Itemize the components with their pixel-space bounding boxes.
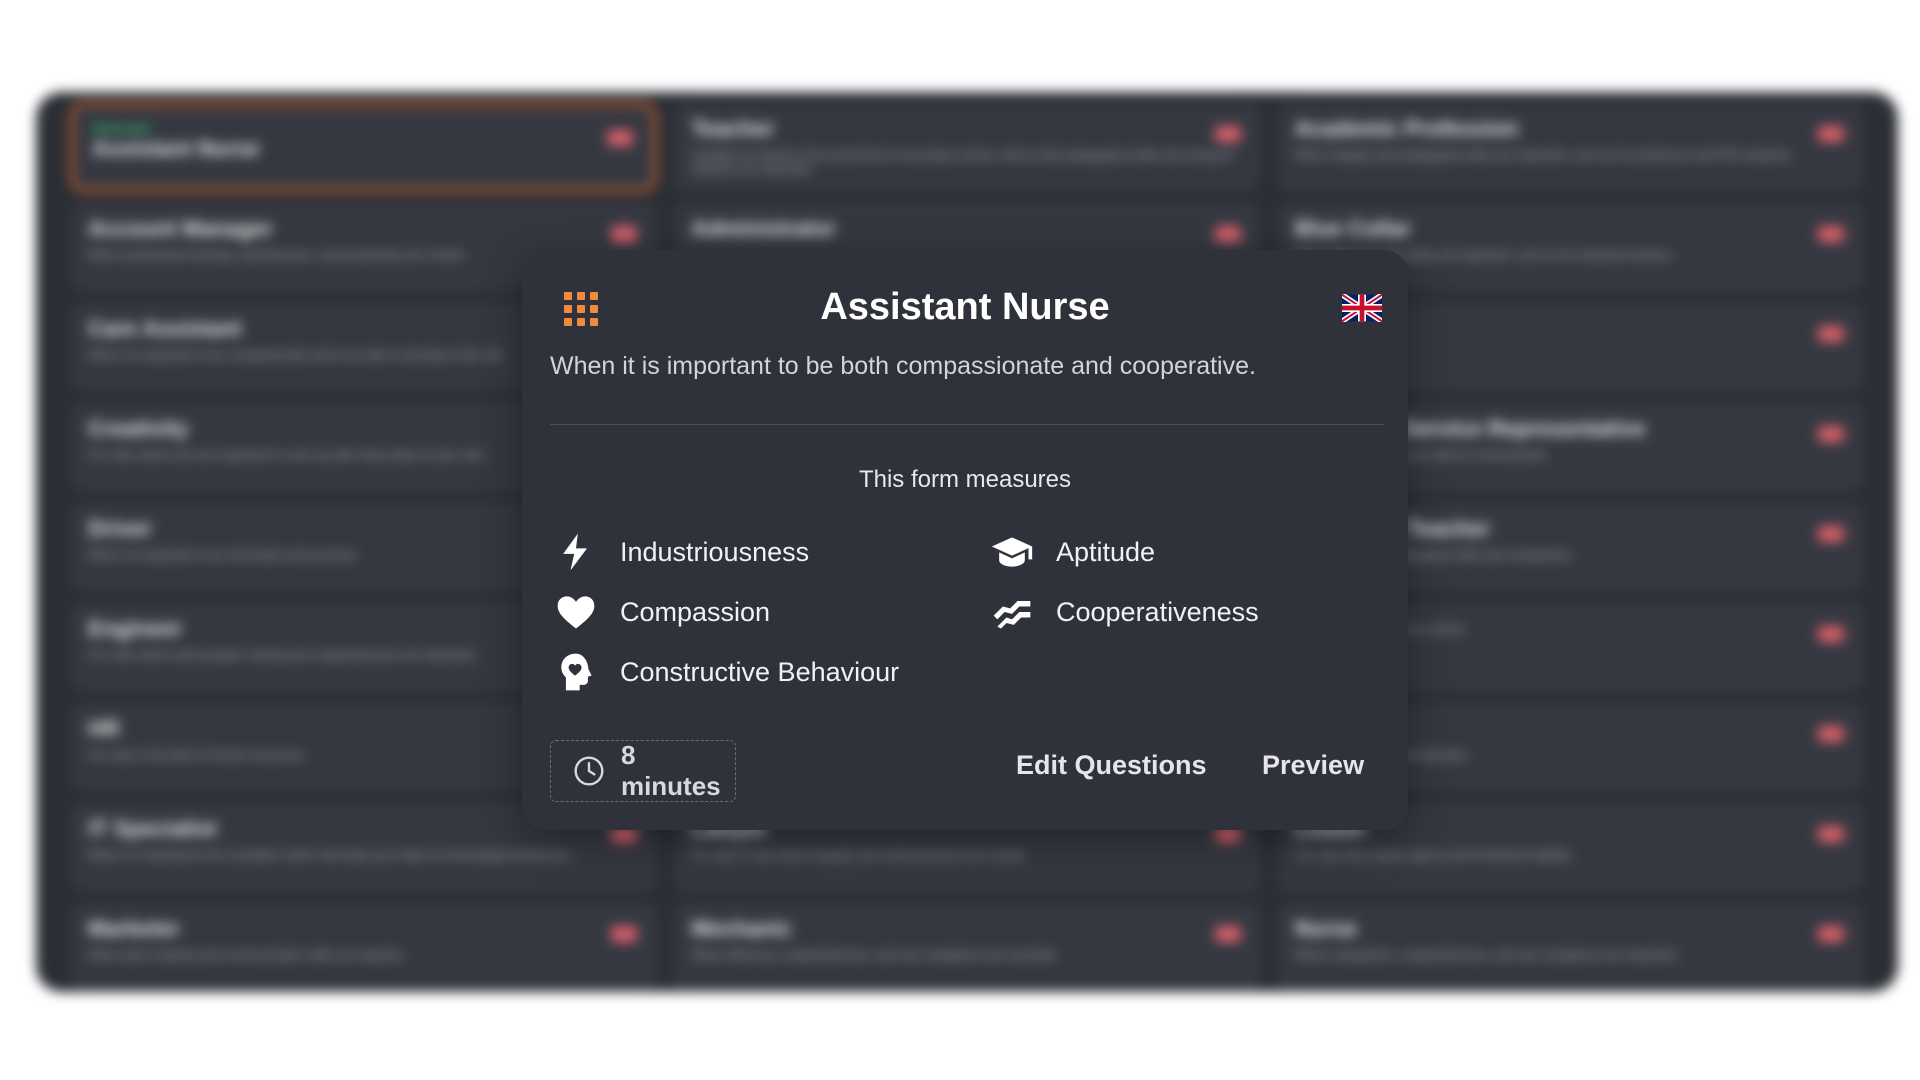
- measure-cooperativeness: Cooperativeness: [990, 590, 1259, 634]
- card-description: When it is important to be a problem sol…: [88, 848, 574, 862]
- measure-label: Compassion: [620, 596, 771, 627]
- card-title: Teacher: [691, 116, 775, 141]
- flag-icon: [1214, 226, 1241, 242]
- measure-label: Aptitude: [1056, 536, 1156, 567]
- template-card[interactable]: Teacher Suitable for teachers from presch…: [673, 102, 1261, 192]
- flag-icon: [607, 130, 634, 146]
- template-card[interactable]: Academic Profession When integrity and pe…: [1276, 102, 1864, 192]
- card-description: For roles that require agency and emotio…: [1294, 848, 1573, 862]
- card-title: Marketer: [88, 916, 180, 941]
- card-title: Academic Profession: [1294, 116, 1519, 141]
- bolt-icon: [563, 533, 587, 571]
- head-heart-icon: [561, 653, 592, 691]
- handshake-icon: [993, 601, 1031, 629]
- clock-icon: [574, 756, 604, 786]
- graduation-cap-icon: [991, 537, 1033, 567]
- measures-heading: This form measures: [858, 466, 1072, 493]
- preview-button[interactable]: Preview: [1262, 750, 1364, 781]
- template-card[interactable]: Selected Assistant Nurse: [70, 102, 658, 192]
- uk-flag-icon[interactable]: [1342, 294, 1382, 322]
- template-detail-modal: Assistant Nurse When it is important to …: [522, 250, 1408, 830]
- template-card[interactable]: Nurse When compassion, cooperativeness, a…: [1276, 902, 1864, 992]
- card-title: Administrator: [691, 216, 836, 241]
- template-card[interactable]: Mechanic When efficiency, cooperativeness…: [673, 902, 1261, 992]
- flag-icon: [1817, 626, 1844, 642]
- card-title: Mechanic: [691, 916, 792, 941]
- card-title: Nurse: [1294, 916, 1358, 941]
- flag-icon: [1817, 926, 1844, 942]
- flag-icon: [1817, 726, 1844, 742]
- measure-label: Constructive Behaviour: [620, 656, 900, 687]
- divider: [550, 424, 1384, 425]
- duration-badge: 8 minutes: [550, 740, 736, 802]
- template-card[interactable]: Marketer When both creativity and communi…: [70, 902, 658, 992]
- card-description: When integrity and pedagogical skills ar…: [1294, 148, 1793, 162]
- measure-industriousness: Industriousness: [554, 530, 809, 574]
- card-description: For roles in law where integrity and met…: [691, 848, 1027, 862]
- card-title: Assistant Nurse: [92, 136, 260, 161]
- flag-icon: [1817, 526, 1844, 542]
- flag-icon: [1817, 226, 1844, 242]
- duration-text: 8 minutes: [620, 740, 721, 801]
- card-title: Blue Collar: [1294, 216, 1411, 241]
- flag-icon: [1817, 326, 1844, 342]
- flag-icon: [611, 926, 638, 942]
- modal-title: Assistant Nurse: [820, 286, 1110, 328]
- measure-label: Cooperativeness: [1056, 596, 1259, 627]
- measure-label: Industriousness: [620, 536, 810, 567]
- flag-icon: [611, 226, 638, 242]
- card-tag: Selected: [92, 120, 150, 136]
- flag-icon: [1817, 126, 1844, 142]
- card-title: Account Manager: [88, 216, 273, 241]
- measure-aptitude: Aptitude: [990, 530, 1155, 574]
- card-description: When both creativity and communication s…: [88, 948, 405, 962]
- flag-icon: [1214, 926, 1241, 942]
- measure-constructive-behaviour: Constructive Behaviour: [554, 650, 899, 694]
- flag-icon: [1817, 426, 1844, 442]
- flag-icon: [1817, 826, 1844, 842]
- flag-icon: [1214, 126, 1241, 142]
- measure-compassion: Compassion: [554, 590, 770, 634]
- edit-questions-button[interactable]: Edit Questions: [1016, 750, 1207, 781]
- card-description: When efficiency, cooperativeness, and ru…: [691, 948, 1058, 962]
- heart-icon: [557, 596, 595, 629]
- modal-subtitle: When it is important to be both compassi…: [550, 352, 1256, 380]
- card-description: When compassion, cooperativeness, and ru…: [1294, 948, 1679, 962]
- card-description: Suitable for teachers from preschool to …: [691, 148, 1235, 176]
